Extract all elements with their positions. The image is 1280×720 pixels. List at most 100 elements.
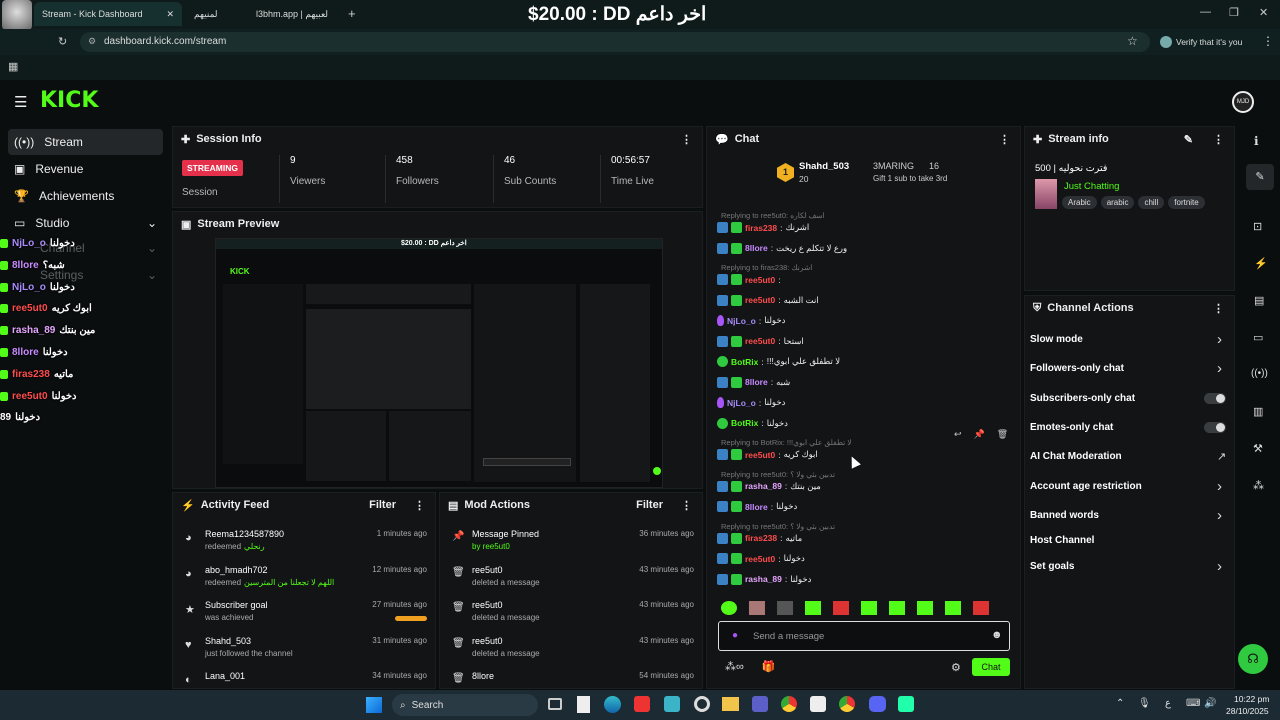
toggle-switch[interactable]	[1204, 422, 1226, 433]
activity-name[interactable]: Reema1234587890	[205, 529, 284, 539]
chrome-icon[interactable]	[781, 696, 797, 712]
mod-action-name[interactable]: 8llore	[472, 671, 494, 681]
chevron-right-icon[interactable]: ›	[1217, 558, 1222, 575]
app-icon[interactable]	[810, 696, 826, 712]
close-window-icon[interactable]: ✕	[1259, 6, 1268, 19]
chat-message[interactable]: ree5ut0: استحا	[717, 335, 804, 347]
target-icon[interactable]: ⊡	[1253, 220, 1262, 233]
mod-action-name[interactable]: ree5ut0	[472, 565, 503, 575]
mic-icon[interactable]: ●	[732, 630, 738, 641]
app-icon[interactable]	[664, 696, 680, 712]
browser-menu-icon[interactable]: ⋮	[1262, 34, 1274, 48]
tag-pill[interactable]: Arabic	[1062, 196, 1097, 209]
chat-message[interactable]: ree5ut0:	[717, 274, 784, 285]
chevron-right-icon[interactable]: ›	[1217, 478, 1222, 495]
more-icon[interactable]: ⋮	[1213, 133, 1224, 146]
filter-button[interactable]: Filter	[636, 499, 663, 511]
chat-message[interactable]: ree5ut0: ابوك كريه	[717, 449, 818, 460]
emote-icon[interactable]	[805, 601, 821, 615]
site-info-icon[interactable]: ⚙	[88, 36, 96, 47]
taskbar-search[interactable]: ⌕ Search	[392, 694, 538, 716]
chat-message[interactable]: firas238: اشرنك	[717, 222, 809, 233]
emote-icon[interactable]	[917, 601, 933, 615]
chat-message[interactable]: ree5ut0: دخولنا	[717, 553, 805, 564]
chat-message[interactable]: 8llore: شبه	[717, 376, 790, 388]
tag-pill[interactable]: fortnite	[1168, 196, 1205, 209]
more-icon[interactable]: ⋮	[681, 133, 692, 146]
address-field[interactable]: ⚙ dashboard.kick.com/stream ☆	[80, 32, 1150, 52]
taskview-icon[interactable]	[548, 698, 562, 710]
channel-action-item[interactable]: Set goals	[1030, 561, 1074, 572]
channel-action-item[interactable]: AI Chat Moderation	[1030, 451, 1122, 462]
points-icon[interactable]: ⁂∞	[725, 660, 744, 673]
mod-action-name[interactable]: Message Pinned	[472, 529, 539, 539]
clock-time[interactable]: 10:22 pm	[1234, 694, 1269, 704]
activity-name[interactable]: Subscriber goal	[205, 600, 268, 610]
chat-username[interactable]: 8llore	[745, 502, 768, 512]
tag-pill[interactable]: arabic	[1100, 196, 1135, 209]
start-icon[interactable]	[366, 697, 382, 713]
chevron-right-icon[interactable]: ›	[1217, 331, 1222, 348]
nav-stream[interactable]: ((•)) Stream	[8, 129, 163, 155]
chrome-icon[interactable]	[839, 696, 855, 712]
pin-icon[interactable]: 📌	[974, 429, 985, 440]
emote-icon[interactable]	[945, 601, 961, 615]
chat-username[interactable]: NjLo_o	[727, 398, 756, 408]
maximize-icon[interactable]: ❐	[1229, 6, 1239, 19]
emote-icon[interactable]	[833, 601, 849, 615]
app-icon[interactable]	[752, 696, 768, 712]
channel-action-item[interactable]: Slow mode	[1030, 334, 1083, 345]
verify-button[interactable]: Verify that it's you	[1160, 33, 1242, 51]
menu-icon[interactable]: ☰	[14, 93, 27, 111]
nav-studio[interactable]: ▭ Studio ⌄	[8, 210, 163, 236]
kick-logo[interactable]: KICK	[40, 88, 98, 113]
filter-button[interactable]: Filter	[369, 499, 396, 511]
tiktok-icon[interactable]	[634, 696, 650, 712]
chat-message[interactable]: BotRix: !!!لا تطفلق علي ابوي	[717, 356, 840, 367]
emote-icon[interactable]	[749, 601, 765, 615]
bookmark-star-icon[interactable]: ☆	[1127, 34, 1138, 48]
folder-icon[interactable]	[722, 697, 739, 711]
tray-chevron-icon[interactable]: ⌃	[1116, 698, 1124, 709]
emote-icon[interactable]	[777, 601, 793, 615]
emote-icon[interactable]	[861, 601, 877, 615]
apps-icon[interactable]: ▦	[8, 60, 18, 73]
mod-action-name[interactable]: ree5ut0	[472, 636, 503, 646]
emoji-icon[interactable]: ☻	[991, 629, 1003, 641]
user-avatar[interactable]: MJD	[1232, 91, 1254, 113]
support-button[interactable]: ☊	[1238, 644, 1268, 674]
chat-username[interactable]: 8llore	[745, 243, 768, 253]
chat-username[interactable]: rasha_89	[745, 574, 782, 584]
chat-username[interactable]: BotRix	[731, 357, 758, 367]
activity-name[interactable]: abo_hmadh702	[205, 565, 268, 575]
app-icon[interactable]	[898, 696, 914, 712]
chat-message[interactable]: 8llore: ورع لا تتكلم ع ريخت	[717, 242, 847, 254]
preview-video[interactable]: $20.00 : DD اخر داعم KICK	[215, 238, 663, 488]
gift-icon[interactable]: 🎁	[762, 660, 776, 673]
close-tab-icon[interactable]: ✕	[166, 9, 174, 20]
new-tab-icon[interactable]: +	[348, 6, 356, 21]
settings-icon[interactable]	[694, 696, 710, 712]
chat-settings-icon[interactable]: ⚙	[951, 661, 961, 674]
chat-input[interactable]: ● Send a message ☻	[718, 621, 1010, 651]
reply-icon[interactable]: ↩	[954, 429, 962, 440]
reload-icon[interactable]: ↻	[58, 35, 67, 48]
clipboard-icon[interactable]: ▤	[1254, 294, 1264, 307]
chat-send-button[interactable]: Chat	[972, 658, 1010, 676]
nav-achievements[interactable]: 🏆 Achievements	[8, 183, 163, 209]
more-icon[interactable]: ⋮	[999, 133, 1010, 146]
bolt-icon[interactable]: ⚡	[1254, 257, 1268, 270]
minimize-icon[interactable]: —	[1200, 6, 1211, 18]
clock-date[interactable]: 28/10/2025	[1226, 706, 1269, 716]
language-indicator[interactable]: ع	[1165, 698, 1171, 709]
layout-icon[interactable]: ▥	[1253, 405, 1263, 418]
category-name[interactable]: Just Chatting	[1064, 181, 1119, 192]
chat-username[interactable]: ree5ut0	[745, 554, 775, 564]
channel-action-item[interactable]: Host Channel	[1030, 535, 1094, 546]
chat-username[interactable]: firas238	[745, 223, 777, 233]
nav-revenue[interactable]: ▣ Revenue	[8, 156, 163, 182]
chat-username[interactable]: ree5ut0	[745, 450, 775, 460]
delete-icon[interactable]: 🗑	[997, 429, 1008, 440]
channel-action-item[interactable]: Emotes-only chat	[1030, 422, 1113, 433]
chat-username[interactable]: ree5ut0	[745, 295, 775, 305]
